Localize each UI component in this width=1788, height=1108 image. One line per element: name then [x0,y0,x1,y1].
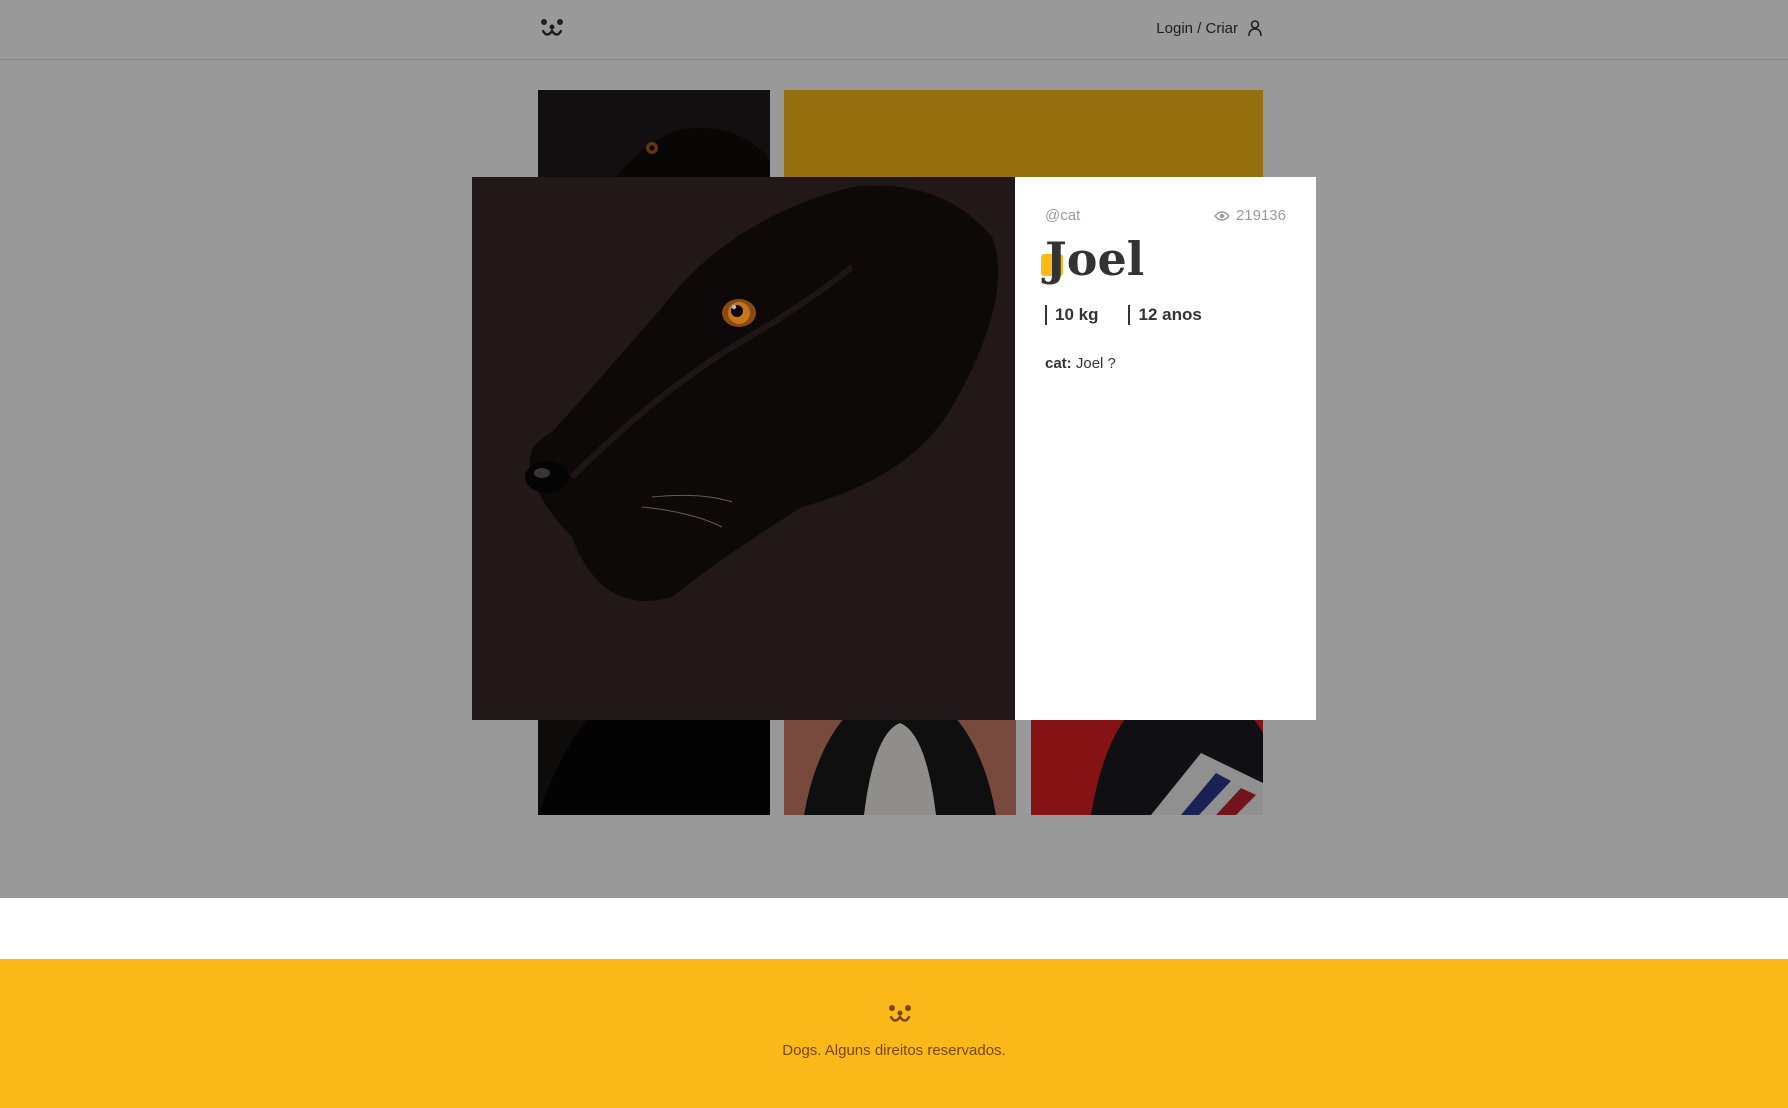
comment-item: cat: Joel ? [1045,355,1286,372]
site-footer: Dogs. Alguns direitos reservados. [0,959,1788,1108]
modal-overlay[interactable]: @cat 219136 Joel 10 kg 12 anos cat: Joel… [0,0,1788,898]
photo-title[interactable]: Joel [1041,232,1286,286]
weight-value: 10 kg [1045,304,1098,325]
comment-text: Joel ? [1071,354,1116,372]
photo-attributes: 10 kg 12 anos [1045,304,1286,325]
photo-modal: @cat 219136 Joel 10 kg 12 anos cat: Joel… [472,177,1316,720]
views-value: 219136 [1235,207,1286,224]
eye-icon [1213,210,1230,221]
black-dog-photo [472,177,1015,720]
comment-author: cat: [1045,354,1072,372]
modal-photo [472,177,1015,720]
photo-meta: @cat 219136 [1045,207,1286,224]
photo-title-text: Joel [1045,232,1145,286]
photo-details: @cat 219136 Joel 10 kg 12 anos cat: Joel… [1015,177,1316,720]
dog-face-icon [889,1005,911,1022]
age-value: 12 anos [1128,304,1202,325]
author-link[interactable]: @cat [1045,207,1080,224]
views-count: 219136 [1213,207,1286,224]
footer-text: Dogs. Alguns direitos reservados. [782,1042,1006,1059]
